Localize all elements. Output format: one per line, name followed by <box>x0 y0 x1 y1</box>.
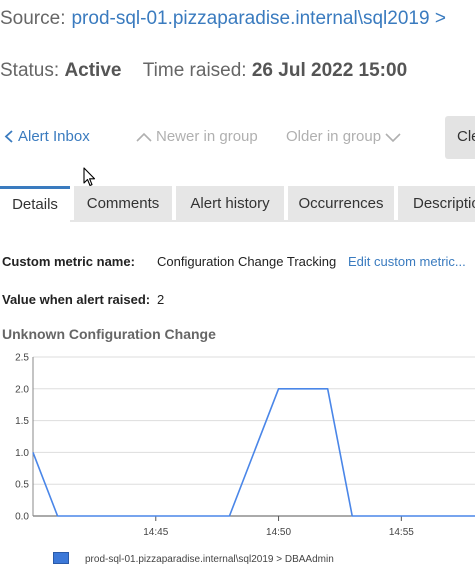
y-tick-label: 0.0 <box>15 512 29 523</box>
tab-description[interactable]: Description <box>398 186 475 220</box>
source-label: Source: <box>0 8 66 29</box>
older-in-group-button[interactable]: Older in group <box>286 128 401 145</box>
time-raised-value: 26 Jul 2022 15:00 <box>251 60 408 81</box>
x-tick-label: 14:50 <box>266 527 291 538</box>
alert-navigation: Alert Inbox Newer in group Older in grou… <box>0 116 475 160</box>
mouse-cursor-icon <box>83 167 96 187</box>
source-line: Source: prod-sql-01.pizzaparadise.interna… <box>0 8 446 30</box>
tab-comments[interactable]: Comments <box>74 186 172 220</box>
newer-in-group-label: Newer in group <box>156 128 258 145</box>
y-tick-label: 2.5 <box>15 353 29 364</box>
custom-metric-name-label: Custom metric name: <box>2 254 135 269</box>
x-tick-label: 14:55 <box>389 527 414 538</box>
legend-label: prod-sql-01.pizzaparadise.internal\sql20… <box>85 554 334 565</box>
y-tick-label: 2.0 <box>15 384 29 395</box>
source-link[interactable]: prod-sql-01.pizzaparadise.internal\sql20… <box>71 8 445 29</box>
status-value: Active <box>64 60 122 81</box>
edit-custom-metric-link[interactable]: Edit custom metric... <box>348 254 466 269</box>
chevron-left-icon <box>4 130 13 143</box>
y-tick-label: 1.0 <box>15 448 29 459</box>
tab-details[interactable]: Details <box>0 186 70 222</box>
older-in-group-label: Older in group <box>286 128 382 145</box>
chart-legend: prod-sql-01.pizzaparadise.internal\sql20… <box>53 552 334 565</box>
y-tick-label: 1.5 <box>15 416 29 427</box>
x-tick-label: 14:45 <box>143 527 168 538</box>
chevron-down-icon <box>385 133 401 143</box>
tabs-divider <box>70 220 475 222</box>
tab-alert-history[interactable]: Alert history <box>176 186 284 220</box>
newer-in-group-button[interactable]: Newer in group <box>136 128 258 145</box>
tab-occurrences[interactable]: Occurrences <box>288 186 394 220</box>
status-label: Status: <box>0 60 60 81</box>
status-line: Status: Active Time raised: 26 Jul 2022 … <box>0 60 407 82</box>
custom-metric-name-value: Configuration Change Tracking <box>157 254 337 269</box>
chevron-up-icon <box>136 132 152 142</box>
legend-swatch <box>53 552 69 564</box>
chart-title: Unknown Configuration Change <box>2 326 216 342</box>
y-tick-label: 0.5 <box>15 480 29 491</box>
time-raised-label: Time raised: <box>142 60 247 81</box>
alert-inbox-link[interactable]: Alert Inbox <box>4 128 90 145</box>
alert-inbox-label: Alert Inbox <box>18 128 90 145</box>
value-when-raised-value: 2 <box>157 292 165 307</box>
clear-button[interactable]: Cle <box>445 116 475 159</box>
line-chart: 0.0 0.5 1.0 1.5 2.0 2.5 14:45 14:50 14:55 <box>15 353 475 538</box>
detail-tabs: Details Comments Alert history Occurrenc… <box>0 186 475 222</box>
value-when-raised-label: Value when alert raised: <box>2 292 151 307</box>
